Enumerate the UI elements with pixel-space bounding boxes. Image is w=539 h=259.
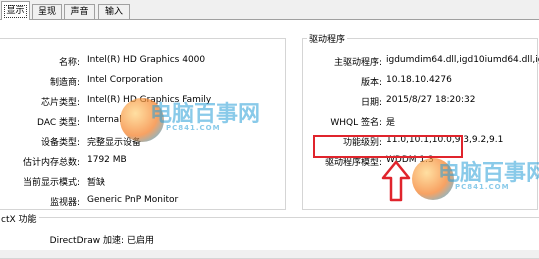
tab-display[interactable]: 显示	[1, 1, 30, 20]
version-label: 版本:	[360, 78, 382, 88]
manufacturer-label: 制造商:	[49, 78, 80, 88]
highlight-box	[313, 135, 463, 158]
dac-type-value: Internal	[87, 115, 122, 125]
watermark-text-en: PC841.COM	[166, 124, 221, 132]
directx-group: ctX 功能 DirectDraw 加速: 已启用	[0, 212, 539, 259]
tab-render[interactable]: 呈现	[32, 4, 62, 19]
tab-bar: 显示 呈现 声音 输入	[0, 0, 539, 20]
dac-type-label: DAC 类型:	[37, 118, 80, 128]
tab-display-label: 显示	[4, 5, 27, 18]
whql-label: WHQL 签名:	[330, 118, 382, 128]
tab-render-label: 呈现	[37, 7, 56, 17]
directdraw-value: 已启用	[127, 236, 155, 246]
watermark-text-en: PC841.COM	[455, 183, 510, 191]
display-mode-label: 当前显示模式:	[22, 178, 80, 188]
display-mode-value: 暂缺	[87, 178, 106, 188]
memory-value: 1792 MB	[87, 155, 127, 165]
date-value: 2015/8/27 18:20:32	[386, 95, 476, 105]
manufacturer-value: Intel Corporation	[87, 75, 163, 85]
tab-input-label: 输入	[104, 7, 123, 17]
arrow-up-icon	[381, 160, 411, 202]
driver-group-title: 驱动程序	[307, 32, 348, 45]
device-name-label: 名称:	[58, 58, 80, 68]
tab-sound[interactable]: 声音	[64, 4, 95, 19]
directdraw-label: DirectDraw 加速:	[49, 236, 124, 246]
device-type-label: 设备类型:	[40, 138, 80, 148]
directx-group-title: ctX 功能	[0, 212, 39, 225]
memory-label: 估计内存总数:	[22, 158, 80, 168]
display-tab-panel: 名称: Intel(R) HD Graphics 4000 制造商: Intel…	[0, 20, 539, 259]
whql-value: 是	[386, 118, 396, 128]
main-driver-value: igdumdim64.dll,igd10iumd64.dll,igd	[386, 55, 539, 65]
date-label: 日期:	[360, 98, 382, 108]
chip-type-label: 芯片类型:	[40, 98, 80, 108]
monitor-value: Generic PnP Monitor	[87, 195, 179, 205]
main-driver-label: 主驱动程序:	[333, 58, 382, 68]
tab-sound-label: 声音	[70, 7, 89, 17]
version-value: 10.18.10.4276	[386, 75, 452, 85]
tab-input[interactable]: 输入	[98, 4, 130, 19]
monitor-label: 监视器:	[49, 198, 80, 208]
device-name-value: Intel(R) HD Graphics 4000	[87, 55, 206, 65]
